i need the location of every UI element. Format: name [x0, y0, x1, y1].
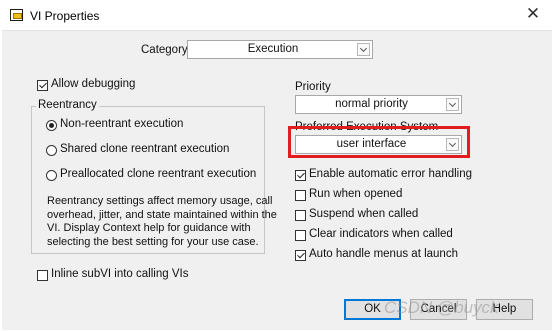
clear-indicators-checkbox[interactable] — [295, 230, 306, 241]
enable-error-handling-checkbox[interactable] — [295, 170, 306, 181]
category-value: Execution — [247, 43, 299, 55]
enable-error-handling-label: Enable automatic error handling — [309, 168, 473, 180]
vi-app-icon — [10, 9, 23, 21]
preallocated-clone-radio[interactable] — [46, 170, 57, 181]
non-reentrant-radio[interactable] — [46, 120, 57, 131]
shared-clone-radio[interactable] — [46, 145, 57, 156]
non-reentrant-label: Non-reentrant execution — [60, 118, 184, 130]
category-label: Category — [141, 44, 188, 56]
inline-subvi-label: Inline subVI into calling VIs — [51, 268, 189, 280]
title-bar: VI Properties ✕ — [0, 0, 554, 30]
preferred-execution-dropdown[interactable]: user interface — [295, 135, 462, 154]
description-line: VI. Display Context help for guidance wi… — [47, 222, 251, 234]
description-line: selecting the best setting for your use … — [47, 235, 259, 248]
reentrancy-description: Reentrancy settings affect memory usage,… — [47, 195, 277, 249]
watermark-text: CSDN @buyck — [384, 298, 499, 317]
reentrancy-title: Reentrancy — [36, 99, 99, 111]
chevron-down-icon[interactable] — [357, 43, 370, 56]
allow-debugging-label: Allow debugging — [51, 78, 136, 90]
priority-value: normal priority — [335, 98, 408, 110]
run-when-opened-label: Run when opened — [309, 188, 403, 200]
chevron-down-icon[interactable] — [446, 138, 459, 151]
preallocated-clone-label: Preallocated clone reentrant execution — [60, 168, 257, 180]
auto-handle-menus-label: Auto handle menus at launch — [309, 248, 458, 260]
preferred-execution-value: user interface — [336, 138, 407, 150]
suspend-when-called-checkbox[interactable] — [295, 210, 306, 221]
category-dropdown[interactable]: Execution — [187, 40, 373, 59]
run-when-opened-checkbox[interactable] — [295, 190, 306, 201]
inline-subvi-checkbox[interactable] — [37, 270, 48, 281]
priority-dropdown[interactable]: normal priority — [295, 95, 462, 114]
clear-indicators-label: Clear indicators when called — [309, 228, 453, 240]
chevron-down-icon[interactable] — [446, 98, 459, 111]
allow-debugging-checkbox[interactable] — [37, 80, 48, 91]
window-title: VI Properties — [30, 9, 100, 23]
auto-handle-menus-checkbox[interactable] — [295, 250, 306, 261]
suspend-when-called-label: Suspend when called — [309, 208, 419, 220]
shared-clone-label: Shared clone reentrant execution — [60, 143, 230, 155]
priority-label: Priority — [295, 81, 331, 93]
description-line: overhead, jitter, and state maintained w… — [47, 208, 277, 221]
description-line: Reentrancy settings affect memory usage,… — [47, 195, 273, 207]
close-icon[interactable]: ✕ — [523, 4, 543, 24]
